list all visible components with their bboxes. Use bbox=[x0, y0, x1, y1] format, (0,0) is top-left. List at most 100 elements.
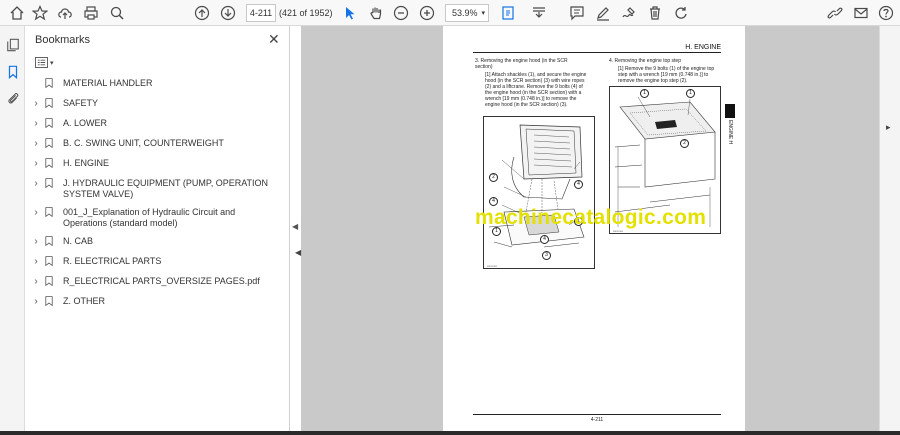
bookmark-star-icon[interactable] bbox=[31, 4, 49, 22]
callout-4b: 4 bbox=[574, 180, 583, 189]
collapse-panel-icon[interactable]: ◀ bbox=[292, 222, 298, 231]
bookmark-item[interactable]: › Z. OTHER bbox=[25, 296, 290, 309]
engine-hood-figure: 2 4 1 4 1 4 3 ▭▭▭ bbox=[483, 116, 595, 269]
close-icon[interactable]: ✕ bbox=[268, 31, 280, 48]
bookmarks-icon[interactable] bbox=[5, 64, 20, 79]
zoom-value: 53.9% bbox=[452, 8, 478, 18]
top-toolbar: 4-211 (421 of 1952) 53.9% ▾ bbox=[0, 0, 900, 26]
bookmark-label: J. HYDRAULIC EQUIPMENT (PUMP, OPERATION … bbox=[63, 178, 269, 199]
bookmark-item[interactable]: ›MATERIAL HANDLER bbox=[25, 78, 290, 91]
hand-icon[interactable] bbox=[367, 4, 385, 22]
chevron-right-icon[interactable]: › bbox=[30, 236, 42, 247]
mail-icon[interactable] bbox=[852, 4, 870, 22]
viewer-left-arrow-icon[interactable]: ◀ bbox=[295, 248, 301, 257]
step4-title: 4. Removing the engine top step bbox=[609, 58, 681, 64]
chapter-tab-label: ENGINE H bbox=[727, 120, 733, 145]
bookmark-item[interactable]: › R. ELECTRICAL PARTS bbox=[25, 256, 290, 269]
section-header: H. ENGINE bbox=[473, 44, 721, 53]
bookmark-options-button[interactable]: ▾ bbox=[35, 56, 59, 70]
bookmark-label: A. LOWER bbox=[63, 118, 108, 128]
callout-1d: 1 bbox=[686, 89, 695, 98]
figure-code-1: ▭▭▭ bbox=[487, 264, 497, 268]
callout-2: 2 bbox=[489, 173, 498, 182]
search-icon[interactable] bbox=[108, 4, 126, 22]
callout-4c: 4 bbox=[540, 235, 549, 244]
fit-page-icon[interactable] bbox=[499, 4, 517, 22]
chevron-right-icon[interactable]: › bbox=[30, 158, 42, 169]
print-icon[interactable] bbox=[82, 4, 100, 22]
page-count: (421 of 1952) bbox=[279, 8, 333, 18]
delete-icon[interactable] bbox=[646, 4, 664, 22]
engine-hood-drawing bbox=[488, 124, 585, 248]
chevron-right-icon[interactable]: › bbox=[30, 178, 42, 189]
attachments-icon[interactable] bbox=[5, 90, 20, 105]
bookmark-icon bbox=[45, 236, 55, 249]
bookmark-item[interactable]: › H. ENGINE bbox=[25, 158, 290, 171]
upload-icon[interactable] bbox=[56, 4, 74, 22]
bookmark-icon bbox=[45, 276, 55, 289]
chevron-right-icon[interactable]: › bbox=[30, 118, 42, 129]
chevron-right-icon[interactable]: › bbox=[30, 296, 42, 307]
chevron-right-icon[interactable]: › bbox=[30, 98, 42, 109]
page-number-value: 4-211 bbox=[249, 8, 273, 18]
document-viewer[interactable]: H. ENGINE 3. Removing the engine hood (i… bbox=[295, 26, 879, 435]
chevron-down-icon: ▾ bbox=[50, 60, 54, 67]
page-up-icon[interactable] bbox=[193, 4, 211, 22]
bookmark-icon bbox=[45, 98, 55, 111]
bookmark-label: N. CAB bbox=[63, 236, 94, 246]
bookmark-label: MATERIAL HANDLER bbox=[63, 78, 153, 88]
callout-1c: 1 bbox=[640, 89, 649, 98]
bookmark-item[interactable]: › SAFETY bbox=[25, 98, 290, 111]
bookmark-icon bbox=[45, 178, 55, 191]
chevron-right-icon[interactable]: › bbox=[30, 138, 42, 149]
step4-body: [1] Remove the 9 bolts (1) of the engine… bbox=[618, 66, 715, 84]
bookmark-icon bbox=[45, 118, 55, 131]
page-down-icon[interactable] bbox=[219, 4, 237, 22]
bookmark-label: R_ELECTRICAL PARTS_OVERSIZE PAGES.pdf bbox=[63, 276, 260, 286]
step3-title: 3. Removing the engine hood (in the SCR … bbox=[475, 58, 568, 70]
bookmark-item[interactable]: › B. C. SWING UNIT, COUNTERWEIGHT bbox=[25, 138, 290, 151]
right-panel-toggle-icon[interactable]: ▸ bbox=[886, 122, 891, 133]
bookmark-item[interactable]: › A. LOWER bbox=[25, 118, 290, 131]
bookmark-label: H. ENGINE bbox=[63, 158, 110, 168]
zoom-out-icon[interactable] bbox=[392, 4, 410, 22]
bookmark-item[interactable]: › J. HYDRAULIC EQUIPMENT (PUMP, OPERATION… bbox=[25, 178, 290, 200]
bookmark-icon bbox=[45, 296, 55, 309]
page-number-input[interactable]: 4-211 bbox=[246, 4, 276, 22]
panel-title: Bookmarks bbox=[35, 34, 91, 46]
bookmark-item[interactable]: › R_ELECTRICAL PARTS_OVERSIZE PAGES.pdf bbox=[25, 276, 290, 289]
pages-icon[interactable] bbox=[5, 37, 20, 52]
bookmark-label: R. ELECTRICAL PARTS bbox=[63, 256, 162, 266]
rotate-icon[interactable] bbox=[672, 4, 690, 22]
chevron-right-icon[interactable]: › bbox=[30, 276, 42, 287]
comment-icon[interactable] bbox=[568, 4, 586, 22]
bookmark-icon bbox=[45, 256, 55, 269]
page-footer: 4-211 bbox=[473, 414, 721, 423]
zoom-dropdown-icon: ▾ bbox=[481, 10, 485, 17]
bookmark-item[interactable]: › 001_J_Explanation of Hydraulic Circuit … bbox=[25, 207, 290, 229]
zoom-select[interactable]: 53.9% ▾ bbox=[445, 4, 489, 22]
callout-2b: 2 bbox=[680, 139, 689, 148]
edit-link-icon[interactable] bbox=[826, 4, 844, 22]
pen-icon[interactable] bbox=[594, 4, 612, 22]
sign-icon[interactable] bbox=[620, 4, 638, 22]
chevron-right-icon[interactable]: › bbox=[30, 207, 42, 218]
help-icon[interactable] bbox=[877, 4, 895, 22]
callout-3: 3 bbox=[542, 251, 551, 260]
list-options-icon bbox=[35, 56, 48, 70]
bookmark-label: B. C. SWING UNIT, COUNTERWEIGHT bbox=[63, 138, 224, 148]
bookmark-label: SAFETY bbox=[63, 98, 99, 108]
chapter-tab-marker bbox=[725, 104, 735, 118]
bookmarks-panel: Bookmarks ✕ ▾ ›MATERIAL HANDLER›SAFETY›A… bbox=[25, 26, 290, 435]
select-cursor-icon[interactable] bbox=[341, 4, 359, 22]
scroll-mode-icon[interactable] bbox=[530, 4, 548, 22]
bookmark-item[interactable]: › N. CAB bbox=[25, 236, 290, 249]
home-icon[interactable] bbox=[8, 4, 26, 22]
right-sidebar: ▸ bbox=[879, 26, 900, 435]
bookmark-list: ›MATERIAL HANDLER›SAFETY›A. LOWER›B. C. … bbox=[25, 78, 290, 316]
chevron-right-icon[interactable]: › bbox=[30, 256, 42, 267]
taskbar-strip bbox=[0, 431, 900, 435]
bookmark-label: Z. OTHER bbox=[63, 296, 105, 306]
bookmark-icon bbox=[45, 207, 55, 220]
zoom-in-icon[interactable] bbox=[418, 4, 436, 22]
